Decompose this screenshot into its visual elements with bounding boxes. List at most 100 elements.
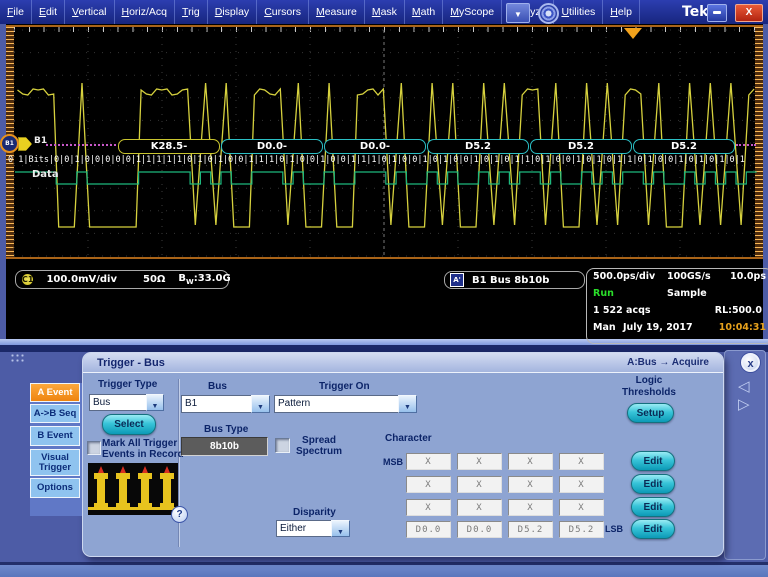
disparity-label: Disparity (293, 507, 336, 518)
minimize-button[interactable] (707, 4, 727, 22)
target-icon[interactable] (538, 3, 559, 24)
trigger-type-dropdown-icon[interactable] (146, 394, 164, 411)
character-cell[interactable]: D5.2 (508, 521, 553, 538)
bottom-band (0, 565, 768, 577)
bus-dropdown-icon[interactable] (251, 395, 270, 413)
menu-item-mask[interactable]: Mask (365, 0, 405, 24)
lsb-label: LSB (605, 524, 623, 534)
menu-item-edit[interactable]: Edit (32, 0, 65, 24)
edit-button[interactable]: Edit (631, 474, 675, 494)
bus-readout[interactable]: A' B1 Bus 8b10b (444, 271, 585, 289)
menu-item-display[interactable]: Display (208, 0, 257, 24)
run-state: Run (593, 288, 614, 299)
character-cell[interactable]: X (559, 499, 604, 516)
help-button[interactable]: ? (171, 506, 188, 523)
collapse-left-icon[interactable]: ◁ (738, 379, 750, 394)
character-cell[interactable]: X (406, 476, 451, 493)
channel-badge[interactable]: C1 (22, 274, 33, 285)
acq-mode: Sample (667, 288, 707, 299)
mark-events-label: Mark All TriggerEvents in Record (102, 438, 184, 460)
trigger-events-graphic (88, 463, 178, 515)
character-cell[interactable]: X (508, 499, 553, 516)
character-cell[interactable]: X (457, 499, 502, 516)
tab-visual-trigger[interactable]: Visual Trigger (30, 449, 80, 476)
bus-decode-box: D5.2 (530, 139, 632, 154)
menu-dropdown-button[interactable] (506, 3, 530, 23)
menu-bar: FileEditVerticalHoriz/AcqTrigDisplayCurs… (0, 0, 768, 24)
dialog-close-button[interactable] (741, 353, 760, 372)
menu-item-horiz-acq[interactable]: Horiz/Acq (115, 0, 176, 24)
menu-item-trig[interactable]: Trig (175, 0, 208, 24)
character-cell[interactable]: D5.2 (559, 521, 604, 538)
character-cell[interactable]: X (457, 476, 502, 493)
character-cell[interactable]: X (508, 476, 553, 493)
edit-button[interactable]: Edit (631, 451, 675, 471)
menu-item-math[interactable]: Math (405, 0, 443, 24)
bus-data-label: Data (32, 169, 59, 180)
bus-label: B1 (34, 136, 47, 146)
bus-select[interactable]: B1 (181, 395, 253, 413)
menu-item-myscope[interactable]: MyScope (443, 0, 502, 24)
record-length: RL:500.0 (715, 305, 762, 316)
trigger-on-dropdown-icon[interactable] (398, 395, 417, 413)
trigger-type-select[interactable]: Bus (89, 394, 148, 411)
collapse-right-icon[interactable]: ▷ (738, 397, 750, 412)
menu-item-vertical[interactable]: Vertical (65, 0, 114, 24)
tab-a-b-seq[interactable]: A->B Seq (30, 404, 80, 423)
menu-item-help[interactable]: Help (603, 0, 640, 24)
channel-termination: 50Ω (143, 274, 165, 285)
menu-item-measure[interactable]: Measure (309, 0, 365, 24)
bus-bits-row: 0 1|Bits|0|0|1|0|0|0|0|0|1|1|1|1|1|0|1|0… (8, 155, 756, 167)
mark-events-checkbox[interactable] (87, 441, 101, 455)
timing-readout: 500.0ps/div 100GS/s 10.0ps Run Sample 1 … (586, 268, 768, 344)
bus-field-label: Bus (208, 381, 227, 392)
edit-button[interactable]: Edit (631, 497, 675, 517)
character-cell[interactable]: X (406, 453, 451, 470)
character-label: Character (385, 433, 432, 444)
close-button[interactable]: X (735, 4, 763, 22)
disparity-dropdown-icon[interactable] (331, 520, 350, 537)
date: July 19, 2017 (623, 322, 693, 333)
character-cell[interactable]: X (559, 476, 604, 493)
character-cell[interactable]: D0.0 (457, 521, 502, 538)
edit-button[interactable]: Edit (631, 519, 675, 539)
bus-b1-marker[interactable]: B1 (0, 134, 19, 153)
logic-thresholds-label: LogicThresholds (619, 375, 679, 399)
character-cell[interactable]: X (406, 499, 451, 516)
disparity-select[interactable]: Either (276, 520, 333, 537)
timing-row-3: 1 522 acqs RL:500.0 (591, 305, 768, 322)
tab-options[interactable]: Options (30, 478, 80, 498)
bus-readout-label: B1 Bus 8b10b (472, 275, 549, 286)
timebase: 500.0ps/div (593, 271, 655, 282)
channel-readout[interactable]: C1 100.0mV/div 50Ω BW:33.0G (15, 270, 229, 289)
menu-item-cursors[interactable]: Cursors (257, 0, 309, 24)
character-cell[interactable]: X (559, 453, 604, 470)
sample-rate: 100GS/s (667, 271, 711, 282)
menu-item-file[interactable]: File (0, 0, 32, 24)
dialog-tab-column: A Event A->B Seq B Event Visual TriggerOpti… (30, 383, 82, 516)
bus-decode-box: D0.0- (221, 139, 323, 154)
bus-type-value: 8b10b (181, 437, 268, 456)
trigger-bus-dialog: Trigger - Bus A:Bus → Acquire Trigger Ty… (82, 352, 724, 557)
spread-spectrum-label: SpreadSpectrum (289, 435, 349, 457)
tek-logo: Tek (682, 4, 709, 20)
tab-a-event[interactable]: A Event (30, 383, 80, 402)
character-cell[interactable]: D0.0 (406, 521, 451, 538)
logic-setup-button[interactable]: Setup (627, 403, 674, 423)
select-button[interactable]: Select (102, 414, 156, 435)
trigger-on-select[interactable]: Pattern (274, 395, 400, 413)
tab-b-event[interactable]: B Event (30, 426, 80, 446)
tek-scope-screen: { "window": { "logo": "Tek" }, "menu": {… (0, 0, 768, 577)
trig-mode: Man (593, 322, 616, 333)
bus-idle-line-right (736, 144, 756, 146)
channel-bandwidth: BW:33.0G (178, 273, 230, 286)
dialog-header: Trigger - Bus A:Bus → Acquire (83, 353, 723, 373)
msb-label: MSB (383, 457, 403, 467)
dialog-side-strip: ◁ ▷ (724, 350, 766, 560)
menu-item-utilities[interactable]: Utilities (554, 0, 603, 24)
character-cell[interactable]: X (457, 453, 502, 470)
clock-time: 10:04:31 (719, 322, 766, 333)
character-cell[interactable]: X (508, 453, 553, 470)
timing-row-4: Man July 19, 2017 10:04:31 (591, 322, 768, 339)
spread-spectrum-checkbox[interactable] (275, 438, 290, 453)
